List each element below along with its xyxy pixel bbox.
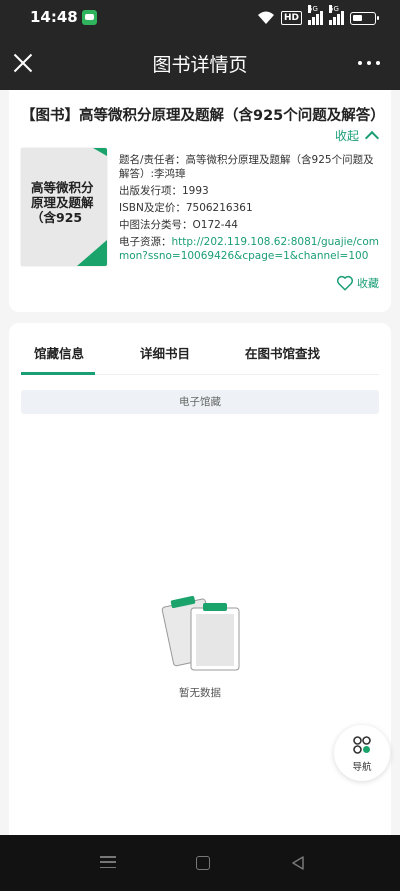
title-bar: 图书详情页 (0, 36, 400, 90)
navigation-button[interactable]: 导航 (334, 725, 390, 781)
tab-find-in-library[interactable]: 在图书馆查找 (245, 343, 320, 362)
status-time: 14:48 (30, 8, 78, 26)
meta-classification: 中图法分类号：O172-44 (119, 218, 381, 232)
navigation-label: 导航 (352, 762, 372, 773)
chevron-up-icon (364, 130, 380, 145)
meta-label: 出版发行项： (119, 185, 182, 197)
content-area: 【图书】高等微积分原理及题解（含925个问题及解答） 收起 高等微积分原理及题解… (0, 90, 400, 835)
tab-active-indicator (21, 372, 95, 375)
meta-value: O172-44 (192, 219, 238, 231)
favorite-label: 收藏 (357, 277, 379, 290)
system-nav-bar (0, 835, 400, 891)
net-type-1: 5G (308, 5, 318, 13)
battery-icon (350, 11, 379, 25)
page-title: 图书详情页 (152, 54, 248, 76)
meta-value: 1993 (182, 185, 209, 197)
cover-title: 高等微积分原理及题解（含925 (31, 180, 94, 225)
meta-label: 电子资源： (119, 236, 172, 248)
section-header-eholdings: 电子馆藏 (21, 390, 379, 414)
cover-corner-bottom (77, 240, 107, 266)
menu-icon[interactable] (100, 856, 116, 868)
meta-eresource: 电子资源：http://202.119.108.62:8081/guajie/c… (119, 235, 381, 263)
home-icon[interactable] (196, 856, 210, 870)
meta-publish: 出版发行项：1993 (119, 184, 381, 198)
empty-state-text: 暂无数据 (179, 687, 221, 699)
favorite-button[interactable]: 收藏 (336, 274, 379, 292)
cover-corner-top (93, 148, 107, 156)
heart-icon (336, 275, 354, 291)
hd-badge: HD (280, 11, 302, 25)
status-indicators: HD 5G 5G (257, 5, 379, 27)
book-cover: 高等微积分原理及题解（含925 (21, 148, 107, 266)
meta-label: ISBN及定价： (119, 202, 186, 214)
meta-label: 中图法分类号： (119, 219, 193, 231)
book-info-card: 【图书】高等微积分原理及题解（含925个问题及解答） 收起 高等微积分原理及题解… (9, 90, 391, 312)
wifi-icon (257, 11, 274, 24)
back-icon[interactable] (290, 855, 306, 871)
tab-details[interactable]: 详细书目 (140, 343, 190, 362)
navigation-icon (353, 736, 371, 754)
meta-label: 题名/责任者： (119, 154, 186, 166)
tab-bar: 馆藏信息 详细书目 在图书馆查找 (21, 323, 379, 375)
meta-isbn: ISBN及定价：7506216361 (119, 201, 381, 215)
status-bar: 14:48 HD 5G 5G (0, 0, 400, 36)
message-icon (82, 10, 97, 25)
book-title: 【图书】高等微积分原理及题解（含925个问题及解答） (21, 108, 385, 124)
meta-value: 7506216361 (185, 202, 253, 214)
collapse-button[interactable]: 收起 (334, 127, 380, 145)
signal-icon-2: 5G (329, 5, 344, 25)
more-icon[interactable] (358, 61, 380, 65)
collapse-label: 收起 (334, 129, 359, 143)
empty-clipboard-icon (161, 596, 240, 671)
signal-icon: 5G (308, 5, 323, 25)
book-meta: 题名/责任者：高等微积分原理及题解（含925个问题及解答）:李鸿璋 出版发行项：… (119, 153, 381, 266)
meta-title-author: 题名/责任者：高等微积分原理及题解（含925个问题及解答）:李鸿璋 (119, 153, 381, 181)
net-type-2: 5G (329, 5, 339, 13)
tab-holdings[interactable]: 馆藏信息 (34, 343, 84, 362)
